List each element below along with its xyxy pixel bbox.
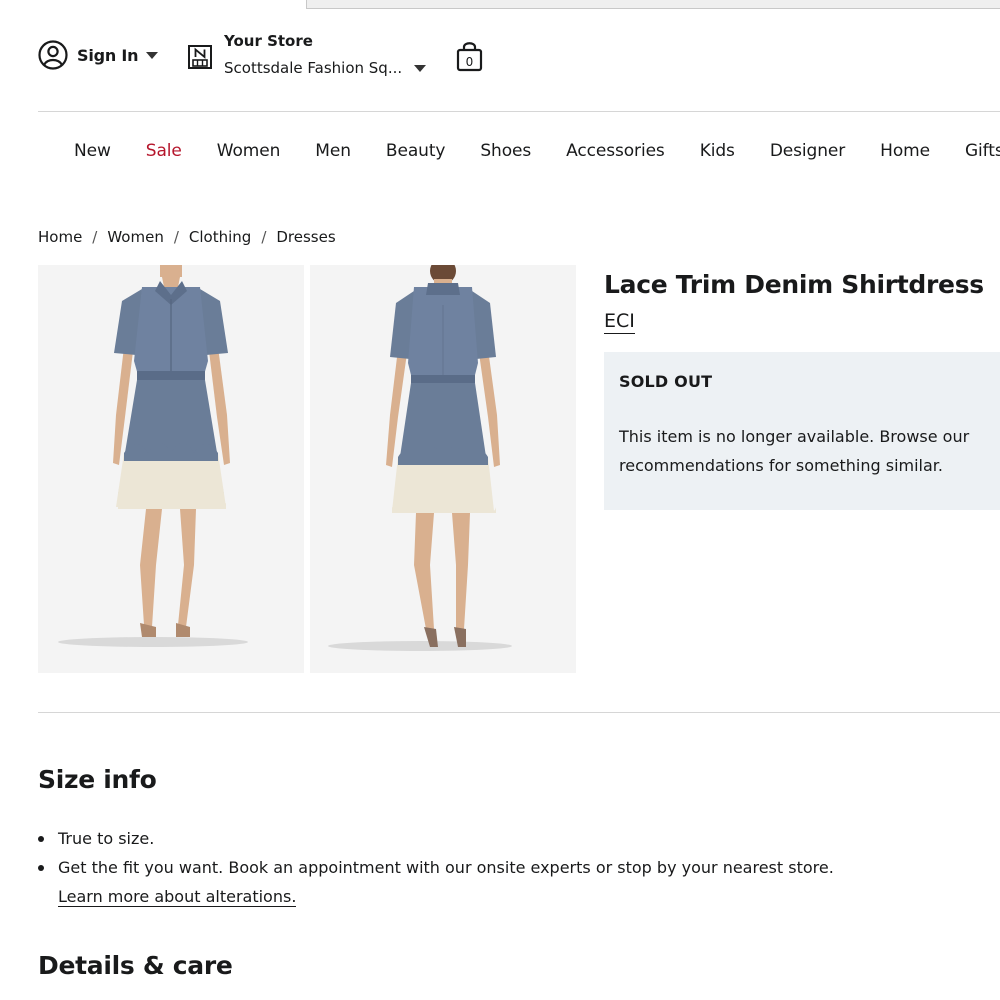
breadcrumb-clothing[interactable]: Clothing xyxy=(189,228,251,246)
sold-out-notice: SOLD OUT This item is no longer availabl… xyxy=(604,352,1000,510)
chevron-down-icon xyxy=(414,64,427,72)
nav-new[interactable]: New xyxy=(74,141,111,161)
breadcrumb-women[interactable]: Women xyxy=(107,228,163,246)
size-bullet-text: Get the fit you want. Book an appointmen… xyxy=(58,858,834,877)
product-image-front[interactable] xyxy=(38,265,304,673)
product-image-back[interactable] xyxy=(310,265,576,673)
breadcrumb-separator: / xyxy=(92,228,98,246)
shopping-bag-button[interactable]: 0 xyxy=(456,40,483,76)
sign-in-button[interactable]: Sign In xyxy=(38,40,159,70)
size-bullet-text: True to size. xyxy=(58,829,155,848)
user-account-icon xyxy=(38,40,68,70)
dress-back-illustration xyxy=(328,265,512,651)
details-care-heading[interactable]: Details & care xyxy=(38,951,233,980)
dress-front-illustration xyxy=(58,265,248,647)
sold-out-heading: SOLD OUT xyxy=(619,372,713,391)
bag-count: 0 xyxy=(466,55,474,69)
nav-beauty[interactable]: Beauty xyxy=(386,141,446,161)
alterations-link[interactable]: Learn more about alterations. xyxy=(58,887,297,907)
size-info-list: True to size. Get the fit you want. Book… xyxy=(38,824,834,911)
store-name-row: Scottsdale Fashion Sq... xyxy=(224,59,427,77)
store-name: Scottsdale Fashion Sq... xyxy=(224,59,403,77)
shopping-bag-icon: 0 xyxy=(456,42,483,72)
nav-designer[interactable]: Designer xyxy=(770,141,845,161)
sign-in-label: Sign In xyxy=(77,45,139,65)
breadcrumb: Home / Women / Clothing / Dresses xyxy=(38,228,336,246)
nav-kids[interactable]: Kids xyxy=(700,141,735,161)
brand-link[interactable]: ECI xyxy=(604,310,635,334)
nav-shoes[interactable]: Shoes xyxy=(480,141,531,161)
breadcrumb-dresses[interactable]: Dresses xyxy=(276,228,335,246)
main-nav: New Sale Women Men Beauty Shoes Accessor… xyxy=(74,141,1000,161)
nav-gifts[interactable]: Gifts xyxy=(965,141,1000,161)
breadcrumb-separator: / xyxy=(173,228,179,246)
product-title: Lace Trim Denim Shirtdress xyxy=(604,270,984,299)
size-info-heading: Size info xyxy=(38,765,157,794)
nav-accessories[interactable]: Accessories xyxy=(566,141,665,161)
nav-men[interactable]: Men xyxy=(315,141,351,161)
list-item: Get the fit you want. Book an appointmen… xyxy=(38,853,834,911)
header-divider xyxy=(38,111,1000,112)
nav-home[interactable]: Home xyxy=(880,141,930,161)
breadcrumb-separator: / xyxy=(261,228,267,246)
store-icon xyxy=(188,45,212,69)
nav-sale[interactable]: Sale xyxy=(146,141,182,161)
list-item: True to size. xyxy=(38,824,834,853)
breadcrumb-home[interactable]: Home xyxy=(38,228,82,246)
chevron-down-icon xyxy=(146,51,159,59)
nav-women[interactable]: Women xyxy=(217,141,281,161)
store-title: Your Store xyxy=(224,32,313,50)
section-divider xyxy=(38,712,1000,713)
site-header: Sign In Your Store Scottsdale Fashion Sq… xyxy=(0,0,1000,112)
sold-out-message: This item is no longer available. Browse… xyxy=(619,427,970,475)
